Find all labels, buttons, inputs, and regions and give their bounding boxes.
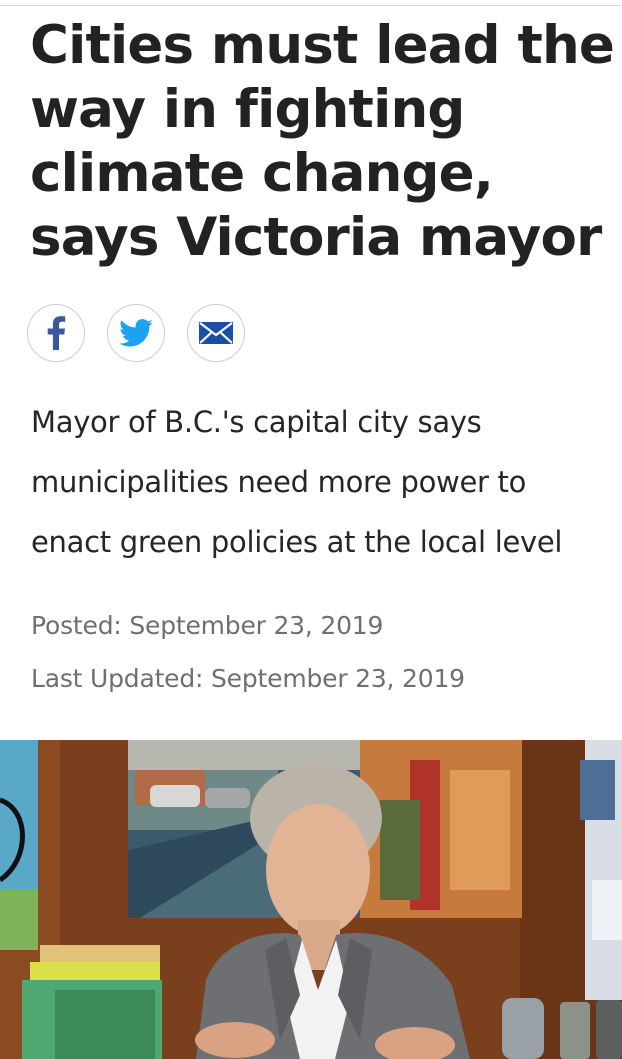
email-icon [199, 322, 233, 344]
updated-label: Last Updated: [31, 664, 204, 693]
facebook-share-button[interactable] [27, 304, 85, 362]
facebook-icon [47, 316, 66, 350]
updated-value: September 23, 2019 [211, 664, 465, 693]
share-buttons [27, 304, 245, 364]
article-subheadline: Mayor of B.C.'s capital city says munici… [31, 405, 563, 559]
top-divider [0, 5, 622, 6]
photo-image [0, 740, 622, 1059]
posted-label: Posted: [31, 611, 122, 640]
article-photo[interactable] [0, 740, 622, 1059]
posted-value: September 23, 2019 [129, 611, 384, 640]
email-share-button[interactable] [187, 304, 245, 362]
twitter-share-button[interactable] [107, 304, 165, 362]
twitter-icon [119, 319, 153, 347]
article-headline: Cities must lead the way in fighting cli… [30, 15, 615, 268]
posted-date: Posted: September 23, 2019 [31, 611, 601, 640]
updated-date: Last Updated: September 23, 2019 [31, 664, 601, 693]
